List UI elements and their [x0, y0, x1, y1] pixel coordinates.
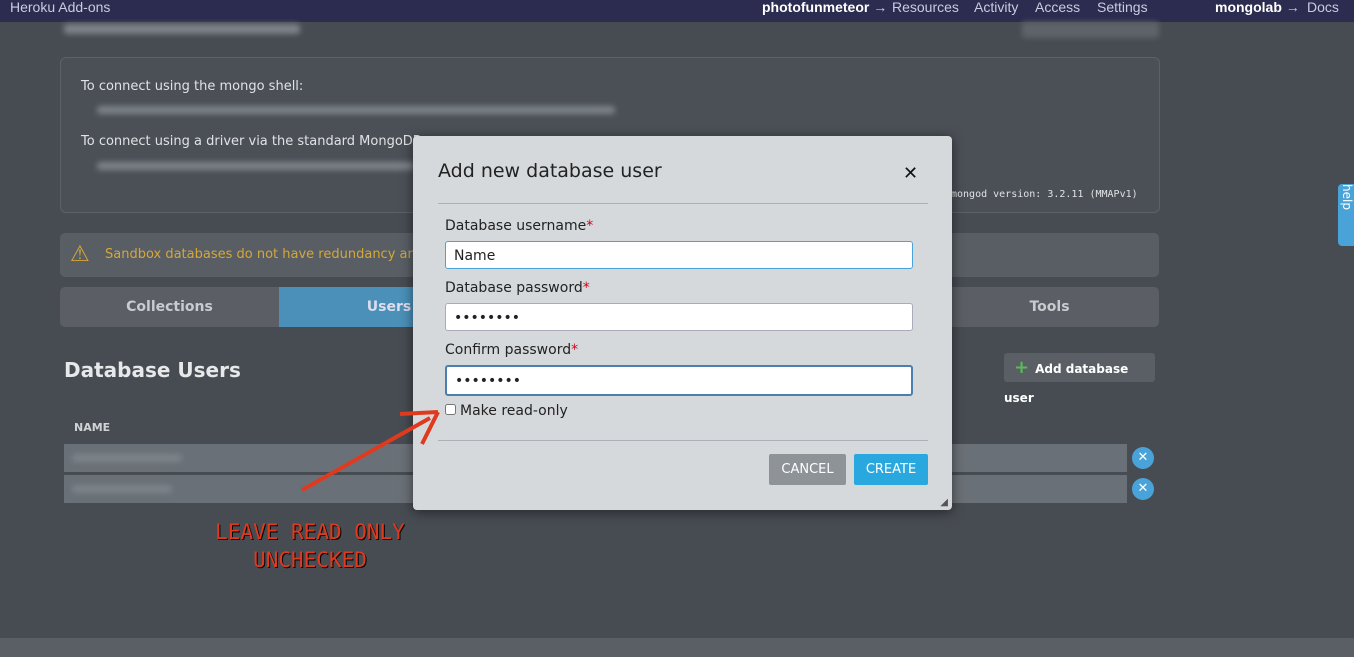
nav-activity[interactable]: Activity: [974, 0, 1018, 15]
delete-user-icon[interactable]: ✕: [1132, 447, 1154, 469]
nav-resources[interactable]: Resources: [892, 0, 959, 15]
close-icon[interactable]: ✕: [903, 163, 918, 184]
username-input[interactable]: Name: [445, 241, 913, 269]
username-label: Database username*: [445, 218, 594, 234]
db-name-blurred: [64, 24, 300, 34]
password-label: Database password*: [445, 280, 590, 296]
annotation-arrow-icon: [301, 410, 440, 492]
modal-title: Add new database user: [438, 160, 662, 182]
warning-text: Sandbox databases do not have redundancy…: [105, 247, 463, 262]
tab-collections[interactable]: Collections: [60, 287, 279, 327]
delete-database-button[interactable]: [1022, 22, 1159, 38]
app-name-link[interactable]: photofunmeteor →: [762, 0, 887, 15]
add-database-user-button[interactable]: + Add database user: [1004, 353, 1155, 405]
driver-label: To connect using a driver via the standa…: [81, 134, 422, 149]
nav-settings[interactable]: Settings: [1097, 0, 1148, 15]
divider: [438, 440, 928, 441]
top-nav: Heroku Add-ons photofunmeteor → Resource…: [0, 0, 1354, 22]
password-input[interactable]: ••••••••: [445, 303, 913, 331]
cancel-button[interactable]: CANCEL: [769, 454, 846, 485]
section-title: Database Users: [64, 358, 241, 382]
confirm-label: Confirm password*: [445, 342, 579, 358]
readonly-checkbox-row[interactable]: Make read-only: [445, 403, 568, 419]
version-text: mongod version: 3.2.11 (MMAPv1): [951, 189, 1138, 200]
confirm-password-input[interactable]: ••••••••: [445, 365, 913, 396]
column-name: NAME: [74, 421, 111, 434]
help-tab[interactable]: help: [1338, 184, 1354, 246]
readonly-label: Make read-only: [460, 403, 568, 419]
warning-icon: ⚠: [70, 242, 90, 267]
brand[interactable]: Heroku Add-ons: [10, 0, 110, 15]
uri-blurred: [97, 162, 415, 170]
add-user-modal: Add new database user ✕ Database usernam…: [413, 136, 952, 510]
footer: [0, 638, 1354, 657]
shell-label: To connect using the mongo shell:: [81, 79, 304, 94]
tab-tools[interactable]: Tools: [940, 287, 1159, 327]
shell-command-blurred: [97, 106, 615, 114]
nav-access[interactable]: Access: [1035, 0, 1080, 15]
divider: [438, 203, 928, 204]
resize-handle-icon[interactable]: ◢: [940, 497, 948, 508]
annotation-text: LEAVE READ ONLY UNCHECKED: [215, 520, 405, 572]
plus-icon: +: [1014, 357, 1030, 378]
addon-link[interactable]: mongolab →: [1215, 0, 1300, 15]
nav-docs[interactable]: Docs: [1307, 0, 1339, 15]
delete-user-icon[interactable]: ✕: [1132, 478, 1154, 500]
create-button[interactable]: CREATE: [854, 454, 928, 485]
